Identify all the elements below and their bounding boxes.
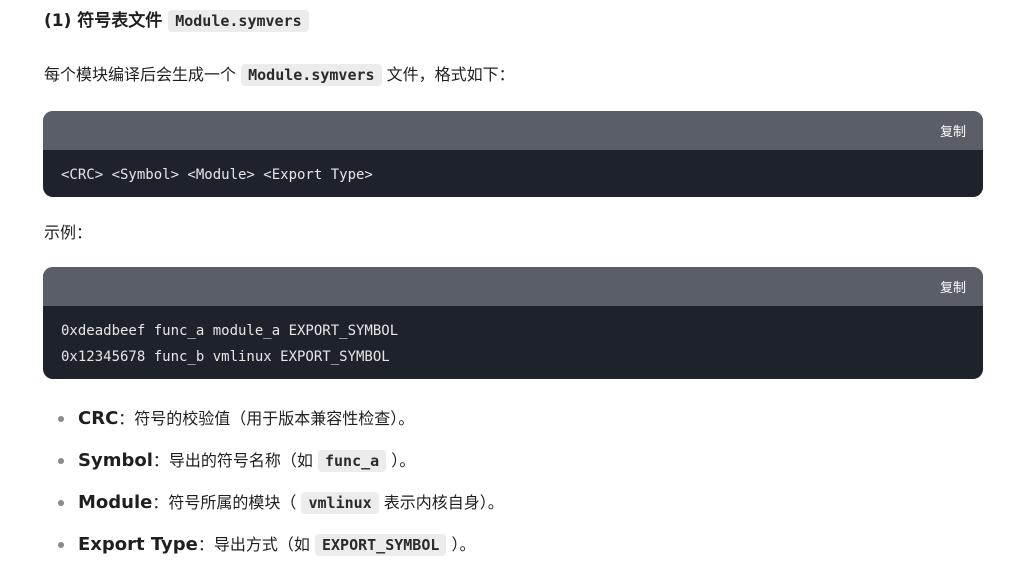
intro-code: Module.symvers: [241, 64, 382, 86]
code-line: 0x12345678 func_b vmlinux EXPORT_SYMBOL: [61, 349, 390, 365]
heading-code: Module.symvers: [168, 10, 309, 32]
code-block-header: 复制: [43, 267, 983, 306]
field-term: Symbol: [78, 450, 153, 471]
field-desc-after: ）。: [391, 451, 416, 470]
list-item: Symbol：导出的符号名称（如 func_a ）。: [58, 440, 504, 482]
intro-paragraph: 每个模块编译后会生成一个 Module.symvers 文件，格式如下：: [44, 62, 515, 88]
field-desc: 符号的校验值（用于版本兼容性检查）。: [134, 409, 415, 428]
field-desc: 导出的符号名称（如: [168, 451, 313, 470]
list-item: CRC：符号的校验值（用于版本兼容性检查）。: [58, 398, 504, 440]
field-term: Module: [78, 492, 153, 513]
format-code-block: 复制 <CRC> <Symbol> <Module> <Export Type>: [43, 111, 983, 197]
separator: ：: [152, 451, 169, 470]
field-desc: 导出方式（如: [213, 535, 310, 554]
separator: ：: [118, 409, 135, 428]
separator: ：: [152, 493, 169, 512]
intro-text-after: 文件，格式如下：: [386, 65, 515, 84]
copy-button[interactable]: 复制: [940, 121, 966, 140]
intro-text-before: 每个模块编译后会生成一个: [44, 65, 237, 84]
separator: ：: [197, 535, 214, 554]
format-code: <CRC> <Symbol> <Module> <Export Type>: [61, 167, 373, 183]
example-code-block: 复制 0xdeadbeef func_a module_a EXPORT_SYM…: [43, 267, 983, 379]
field-desc: 符号所属的模块（: [168, 493, 297, 512]
section-heading: (1) 符号表文件 Module.symvers: [44, 8, 309, 34]
field-code: EXPORT_SYMBOL: [315, 534, 447, 556]
field-list: CRC：符号的校验值（用于版本兼容性检查）。 Symbol：导出的符号名称（如 …: [58, 398, 504, 566]
code-block-header: 复制: [43, 111, 983, 150]
field-desc-after: 表示内核自身）。: [383, 493, 504, 512]
list-item: Module：符号所属的模块（ vmlinux 表示内核自身）。: [58, 482, 504, 524]
copy-button[interactable]: 复制: [940, 277, 966, 296]
field-code: vmlinux: [301, 492, 379, 514]
example-code: 0xdeadbeef func_a module_a EXPORT_SYMBOL…: [43, 306, 983, 379]
field-code: func_a: [318, 450, 387, 472]
example-label: 示例：: [44, 223, 93, 242]
field-desc-after: ）。: [451, 535, 476, 554]
code-line: 0xdeadbeef func_a module_a EXPORT_SYMBOL: [61, 323, 399, 339]
field-term: Export Type: [78, 534, 198, 555]
heading-text: (1) 符号表文件: [44, 11, 163, 31]
field-term: CRC: [78, 408, 119, 429]
list-item: Export Type：导出方式（如 EXPORT_SYMBOL ）。: [58, 524, 504, 566]
